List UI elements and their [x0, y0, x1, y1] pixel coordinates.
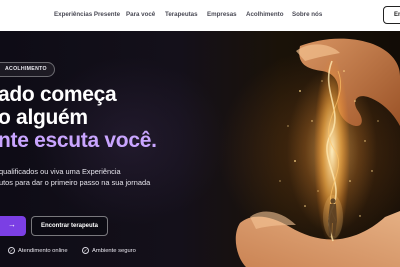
headline-line-3: nte escuta você. [0, 129, 157, 152]
find-therapist-button[interactable]: Encontrar terapeuta [31, 216, 108, 236]
check-circle-icon: ✓ [82, 247, 89, 254]
enter-button[interactable]: En [383, 6, 400, 24]
subtitle-line-1: qualificados ou viva uma Experiência [0, 167, 121, 176]
headline-line-1: ado começa [0, 83, 117, 106]
nav-item-empresas[interactable]: Empresas [207, 11, 237, 18]
nav-item-acolhimento[interactable]: Acolhimento [246, 11, 283, 18]
nav-item-terapeutas[interactable]: Terapeutas [165, 11, 198, 18]
feature-online-label: Atendimento online [18, 248, 68, 255]
feature-safe: ✓ Ambiente seguro [82, 247, 136, 254]
arrow-right-icon: → [8, 220, 16, 229]
hero-section: ACOLHIMENTO ado começa o alguém nte escu… [0, 31, 400, 267]
nav-item-para-voce[interactable]: Para você [126, 11, 155, 18]
nav-item-sobre-nos[interactable]: Sobre nós [292, 11, 322, 18]
check-circle-icon: ✓ [8, 247, 15, 254]
primary-cta-button[interactable]: → [0, 216, 26, 236]
feature-safe-label: Ambiente seguro [92, 248, 136, 255]
feature-online: ✓ Atendimento online [8, 247, 68, 254]
subtitle-line-2: utos para dar o primeiro passo na sua jo… [0, 178, 151, 187]
category-badge: ACOLHIMENTO [0, 62, 55, 77]
top-navigation: Experiências Presente Para você Terapeut… [0, 0, 400, 32]
nav-item-experiencias[interactable]: Experiências Presente [54, 11, 120, 18]
headline-line-2: o alguém [0, 106, 88, 129]
enter-button-label: En [394, 12, 400, 18]
